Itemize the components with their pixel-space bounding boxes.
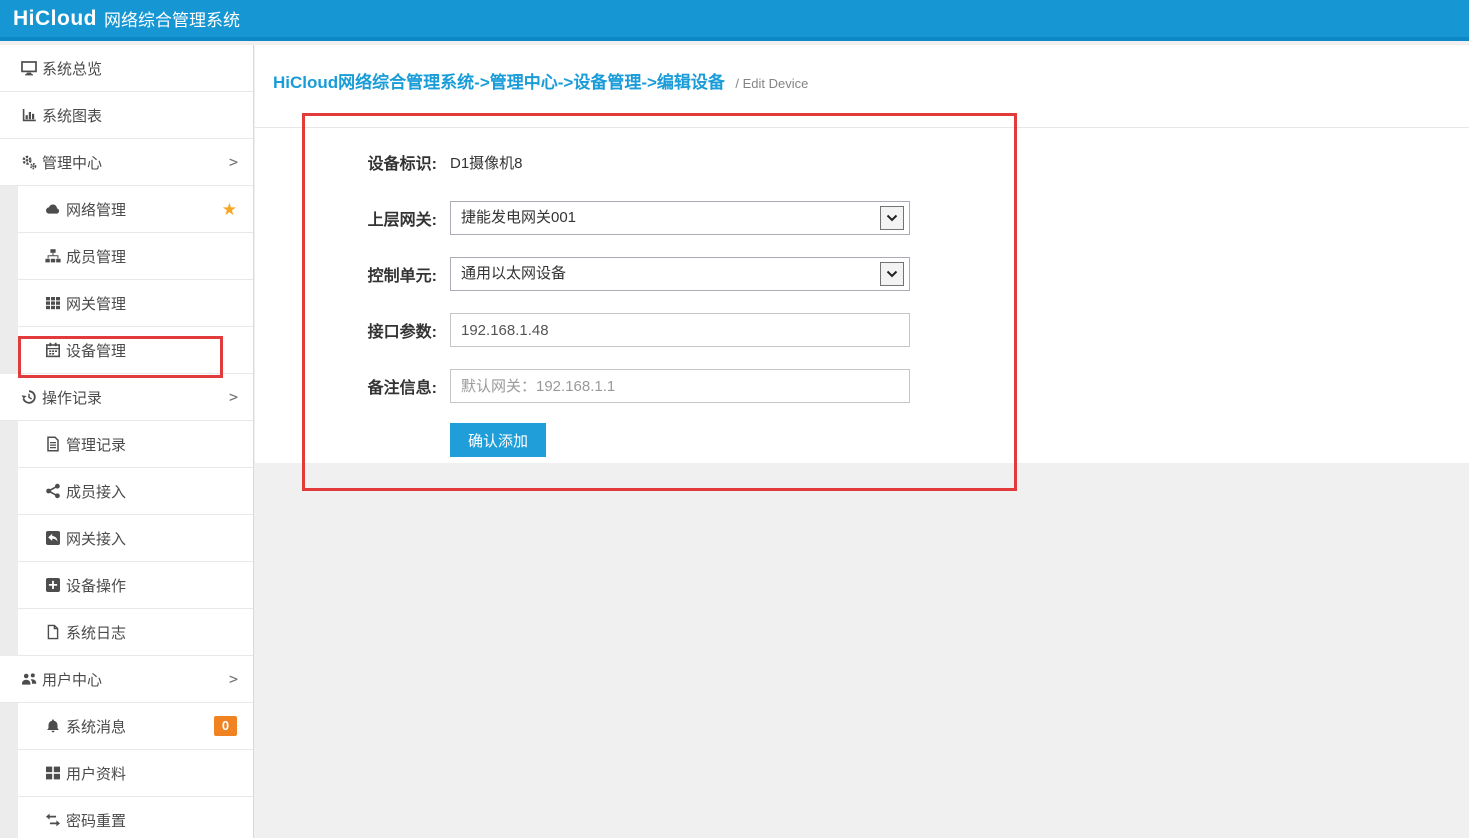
gears-icon xyxy=(20,154,37,171)
sidebar-item-management-center[interactable]: 管理中心 > xyxy=(0,139,253,186)
sidebar-item-member-access[interactable]: 成员接入 xyxy=(18,468,253,515)
device-id-value: D1摄像机8 xyxy=(450,152,523,173)
sidebar-item-member-management[interactable]: 成员管理 xyxy=(18,233,253,280)
form-row-upper-gateway: 上层网关: 捷能发电网关001 xyxy=(352,201,1469,235)
sidebar-item-label: 设备操作 xyxy=(66,575,126,596)
sidebar-item-system-logs[interactable]: 系统日志 xyxy=(18,609,253,656)
sidebar-item-label: 系统日志 xyxy=(66,622,126,643)
desktop-icon xyxy=(20,60,37,77)
file-text-icon xyxy=(44,436,61,453)
interface-params-label: 接口参数: xyxy=(352,318,437,342)
sidebar-item-user-profile[interactable]: 用户资料 xyxy=(18,750,253,797)
brand-logo: HiCloud xyxy=(13,7,97,31)
sidebar-item-password-reset[interactable]: 密码重置 xyxy=(18,797,253,838)
notification-badge: 0 xyxy=(214,716,237,736)
chevron-right-icon: > xyxy=(229,670,238,688)
sidebar-item-label: 系统图表 xyxy=(42,105,102,126)
sidebar-item-label: 用户中心 xyxy=(42,669,102,690)
upper-gateway-label: 上层网关: xyxy=(352,206,437,230)
device-id-label: 设备标识: xyxy=(352,150,437,174)
upper-gateway-selected-value: 捷能发电网关001 xyxy=(451,202,909,234)
sidebar-item-label: 密码重置 xyxy=(66,810,126,831)
users-icon xyxy=(20,671,37,688)
cloud-icon xyxy=(44,201,61,218)
main-content: HiCloud网络综合管理系统->管理中心->设备管理->编辑设备 / Edit… xyxy=(255,45,1469,838)
sidebar-item-system-messages[interactable]: 系统消息 0 xyxy=(18,703,253,750)
chevron-right-icon: > xyxy=(229,388,238,406)
form-row-interface-params: 接口参数: xyxy=(352,313,1469,347)
sidebar-item-network-management[interactable]: 网络管理 ★ xyxy=(18,186,253,233)
upper-gateway-select[interactable]: 捷能发电网关001 xyxy=(450,201,910,235)
sidebar-item-label: 系统消息 xyxy=(66,716,126,737)
sidebar-item-gateway-management[interactable]: 网关管理 xyxy=(18,280,253,327)
remark-input[interactable] xyxy=(450,369,910,403)
plus-square-icon xyxy=(44,577,61,594)
sidebar-item-label: 成员管理 xyxy=(66,246,126,267)
bar-chart-icon xyxy=(20,107,37,124)
chevron-right-icon: > xyxy=(229,153,238,171)
control-unit-select[interactable]: 通用以太网设备 xyxy=(450,257,910,291)
chevron-down-icon[interactable] xyxy=(880,262,904,286)
exchange-icon xyxy=(44,812,61,829)
grid-icon xyxy=(44,295,61,312)
sitemap-icon xyxy=(44,248,61,265)
sidebar-item-label: 操作记录 xyxy=(42,387,102,408)
confirm-add-button[interactable]: 确认添加 xyxy=(450,423,546,457)
sidebar-item-label: 用户资料 xyxy=(66,763,126,784)
sidebar-item-device-management[interactable]: 设备管理 xyxy=(18,327,253,374)
sidebar-item-label: 系统总览 xyxy=(42,58,102,79)
sidebar-item-label: 管理记录 xyxy=(66,434,126,455)
sidebar-item-label: 设备管理 xyxy=(66,340,126,361)
share-icon xyxy=(44,483,61,500)
th-large-icon xyxy=(44,765,61,782)
chevron-down-icon[interactable] xyxy=(880,206,904,230)
sidebar-item-label: 网关接入 xyxy=(66,528,126,549)
reply-square-icon xyxy=(44,530,61,547)
sidebar-item-operation-records[interactable]: 操作记录 > xyxy=(0,374,253,421)
sidebar-item-system-overview[interactable]: 系统总览 xyxy=(0,45,253,92)
calendar-icon xyxy=(44,342,61,359)
sidebar-item-gateway-access[interactable]: 网关接入 xyxy=(18,515,253,562)
sidebar-item-label: 成员接入 xyxy=(66,481,126,502)
app-title: 网络综合管理系统 xyxy=(104,6,240,31)
sidebar-nav: 系统总览 系统图表 管理中心 > 网络管理 ★ 成员管理 网关管理 设备管理 xyxy=(0,45,254,838)
breadcrumb-subtitle: / Edit Device xyxy=(735,76,808,91)
file-icon xyxy=(44,624,61,641)
sidebar-item-label: 管理中心 xyxy=(42,152,102,173)
control-unit-selected-value: 通用以太网设备 xyxy=(451,258,909,290)
form-row-device-id: 设备标识: D1摄像机8 xyxy=(352,145,1469,179)
app-window: HiCloud 网络综合管理系统 系统总览 系统图表 管理中心 > 网络管理 ★… xyxy=(0,0,1469,838)
edit-device-form: 设备标识: D1摄像机8 上层网关: 捷能发电网关001 控制单元: 通用以太网… xyxy=(255,128,1469,457)
app-header: HiCloud 网络综合管理系统 xyxy=(0,0,1469,41)
sidebar-item-label: 网络管理 xyxy=(66,199,126,220)
control-unit-label: 控制单元: xyxy=(352,262,437,286)
breadcrumb[interactable]: HiCloud网络综合管理系统->管理中心->设备管理->编辑设备 xyxy=(273,73,725,92)
content-panel: HiCloud网络综合管理系统->管理中心->设备管理->编辑设备 / Edit… xyxy=(255,45,1469,463)
form-row-control-unit: 控制单元: 通用以太网设备 xyxy=(352,257,1469,291)
history-icon xyxy=(20,389,37,406)
interface-params-input[interactable] xyxy=(450,313,910,347)
favorite-star-icon[interactable]: ★ xyxy=(222,201,237,218)
sidebar-item-system-charts[interactable]: 系统图表 xyxy=(0,92,253,139)
sidebar-item-label: 网关管理 xyxy=(66,293,126,314)
sidebar-item-management-records[interactable]: 管理记录 xyxy=(18,421,253,468)
form-row-remark: 备注信息: xyxy=(352,369,1469,403)
sidebar-item-device-operation[interactable]: 设备操作 xyxy=(18,562,253,609)
sidebar-item-user-center[interactable]: 用户中心 > xyxy=(0,656,253,703)
page-header: HiCloud网络综合管理系统->管理中心->设备管理->编辑设备 / Edit… xyxy=(255,45,1469,128)
remark-label: 备注信息: xyxy=(352,374,437,398)
bell-icon xyxy=(44,718,61,735)
